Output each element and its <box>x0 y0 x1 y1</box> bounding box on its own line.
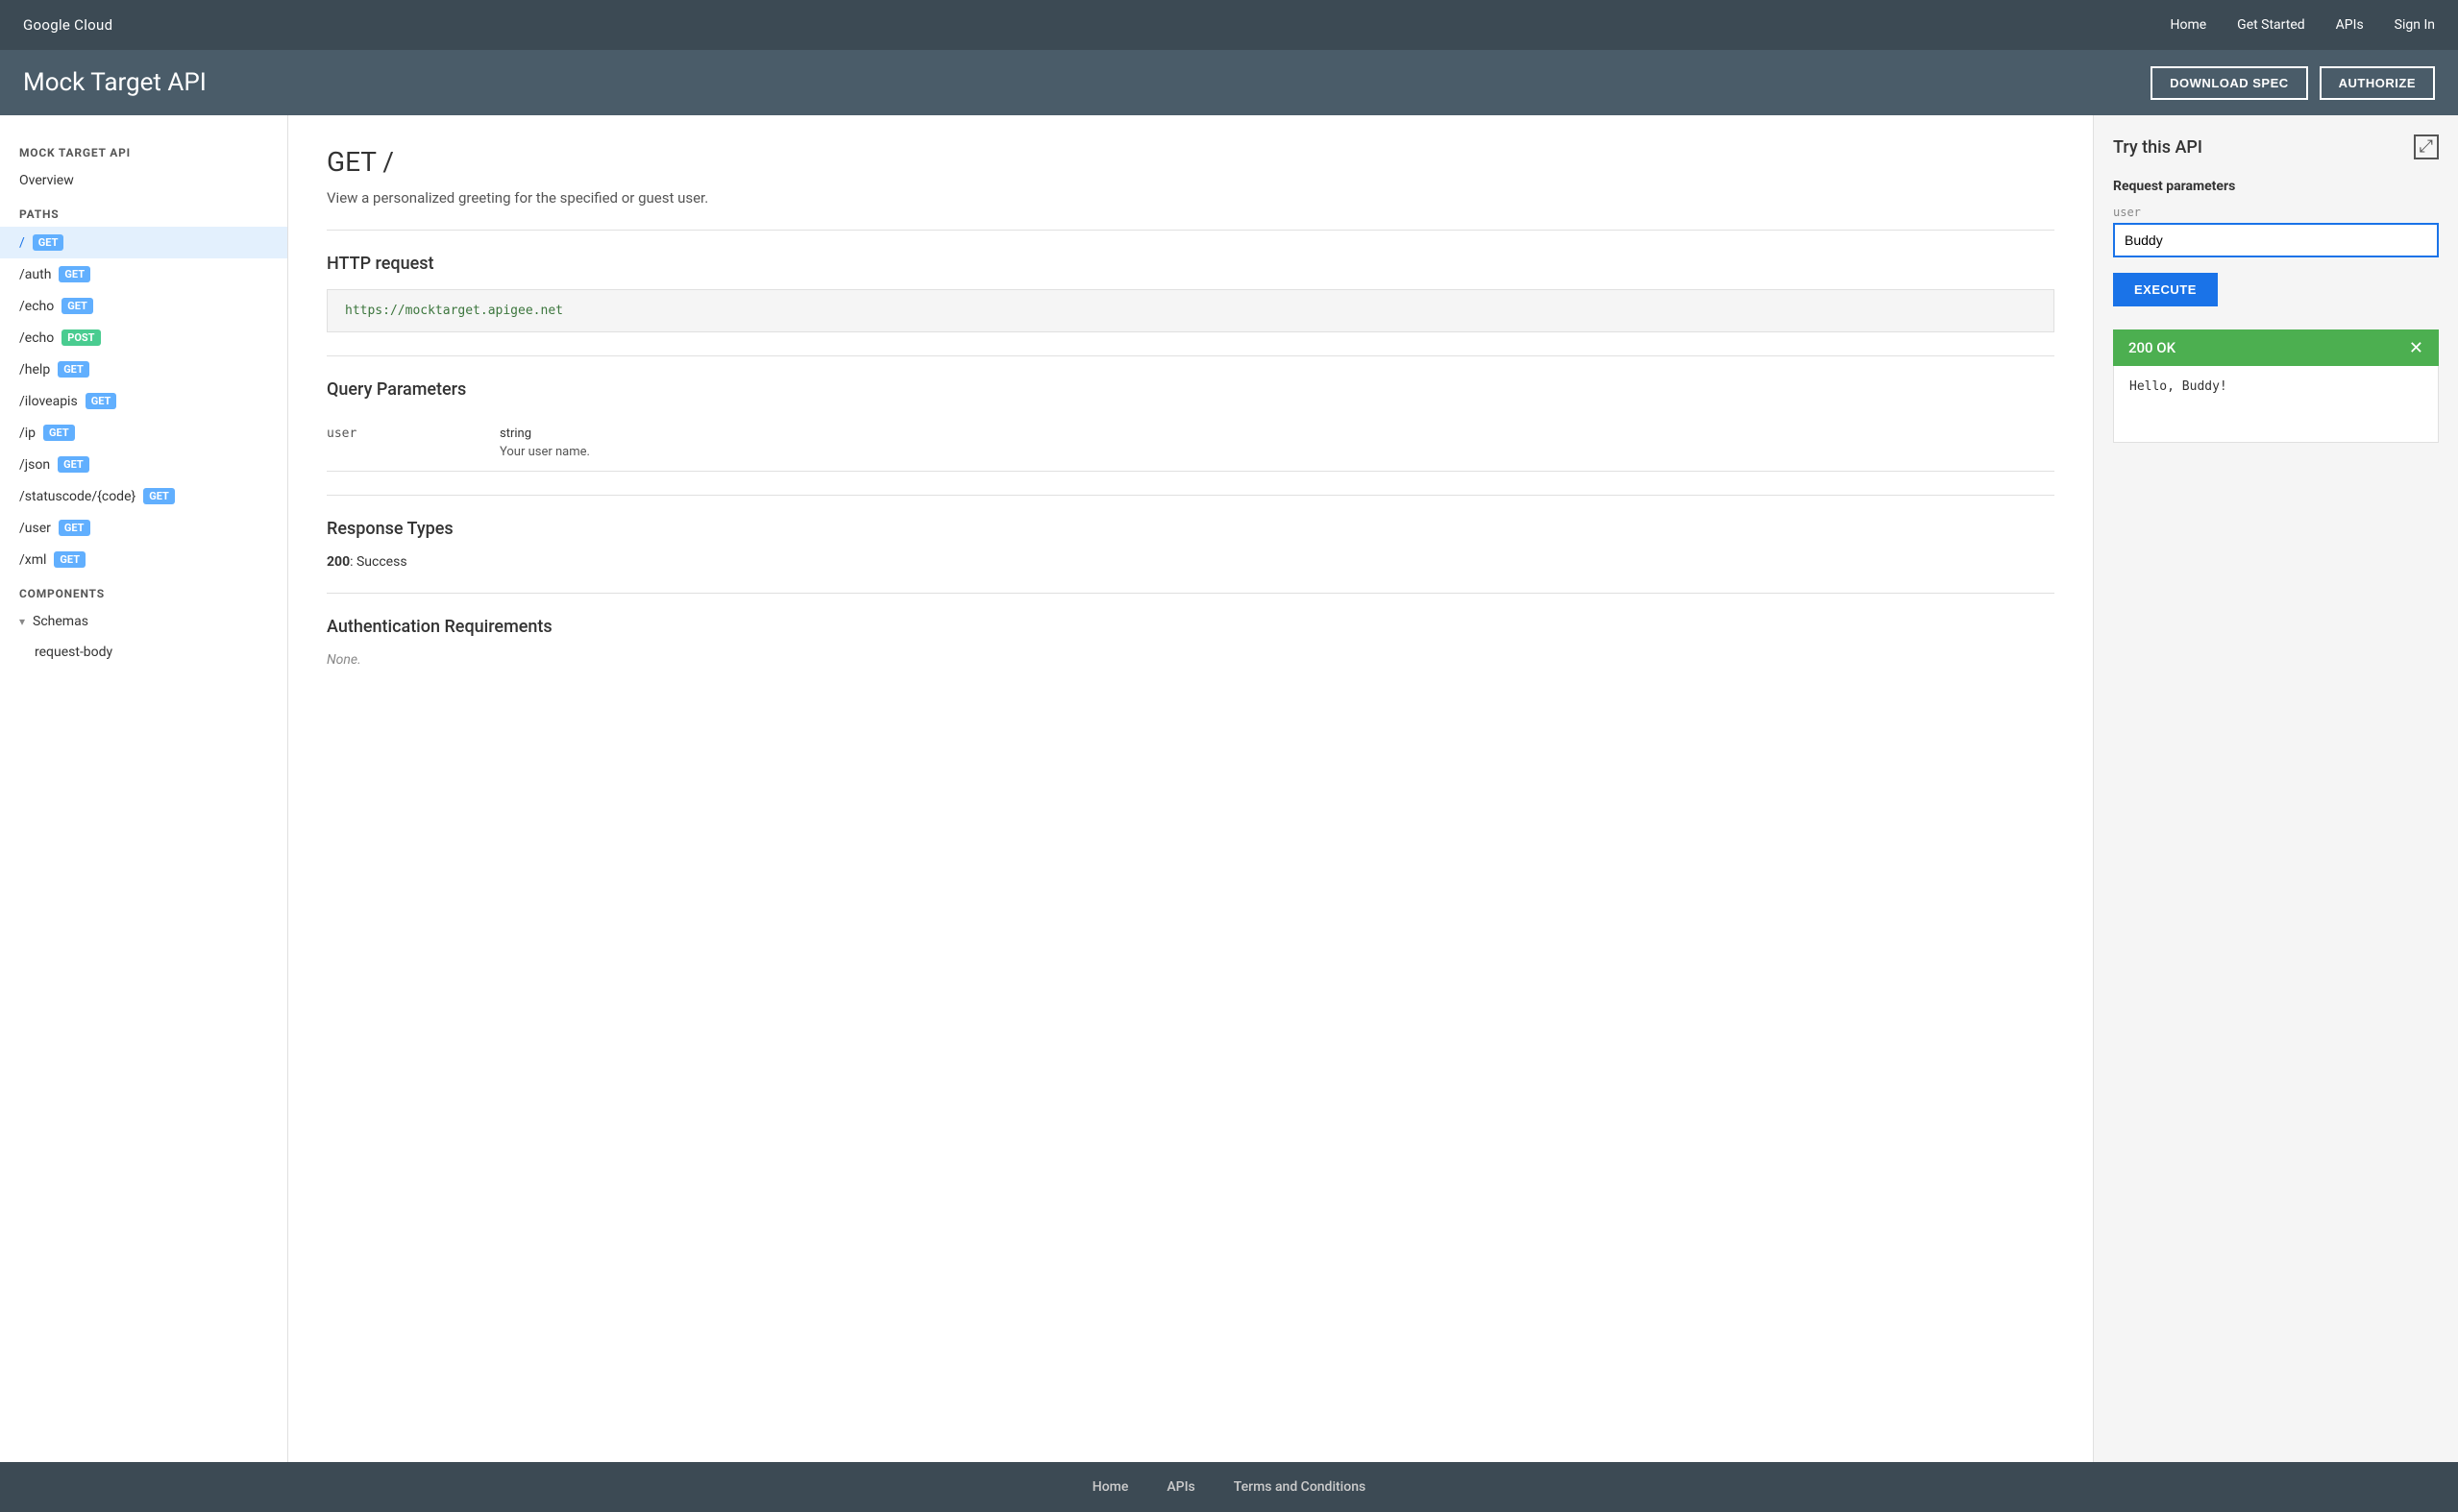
badge-get: GET <box>33 234 64 251</box>
authorize-button[interactable]: AUTHORIZE <box>2320 66 2435 100</box>
sidebar-item-label: /help <box>19 362 50 378</box>
response-header: 200 OK ✕ <box>2113 329 2439 366</box>
nav-home[interactable]: Home <box>2170 17 2206 33</box>
sidebar-item-echo-get[interactable]: /echo GET <box>0 290 287 322</box>
param-description: Your user name. <box>500 445 590 459</box>
table-row: user string Your user name. <box>327 415 2054 472</box>
sidebar-item-user-get[interactable]: /user GET <box>0 512 287 544</box>
sidebar-item-label: /xml <box>19 552 46 568</box>
logo: Google Cloud <box>23 16 112 34</box>
query-params-title: Query Parameters <box>327 379 2054 400</box>
sidebar-item-request-body[interactable]: request-body <box>0 637 287 668</box>
divider-4 <box>327 593 2054 594</box>
endpoint-title: GET / <box>327 146 2054 178</box>
footer: Home APIs Terms and Conditions <box>0 1462 2458 1512</box>
sidebar-item-label: request-body <box>35 645 112 660</box>
sidebar-section-mock-api-title: MOCK TARGET API <box>0 134 287 165</box>
nav-apis[interactable]: APIs <box>2336 17 2364 33</box>
response-code-200: 200: Success <box>327 554 2054 570</box>
try-panel: Try this API ⤢ Request parameters user E… <box>2093 115 2458 1462</box>
response-close-button[interactable]: ✕ <box>2409 339 2423 356</box>
top-nav: Google Cloud Home Get Started APIs Sign … <box>0 0 2458 50</box>
sidebar-item-root-get[interactable]: / GET <box>0 227 287 258</box>
main-layout: MOCK TARGET API Overview PATHS / GET /au… <box>0 115 2458 1462</box>
sidebar-item-label: Schemas <box>33 614 88 629</box>
footer-terms[interactable]: Terms and Conditions <box>1234 1479 1365 1495</box>
user-input[interactable] <box>2113 223 2439 257</box>
sidebar-item-json-get[interactable]: /json GET <box>0 449 287 480</box>
sidebar-section-components-title: COMPONENTS <box>0 575 287 606</box>
sidebar-item-label: /ip <box>19 426 36 441</box>
param-name: user <box>327 427 480 459</box>
nav-get-started[interactable]: Get Started <box>2237 17 2305 33</box>
title-bar: Mock Target API DOWNLOAD SPEC AUTHORIZE <box>0 50 2458 115</box>
http-request-url: https://mocktarget.apigee.net <box>327 289 2054 332</box>
response-body: Hello, Buddy! <box>2113 366 2439 443</box>
sidebar-item-label: /user <box>19 521 51 536</box>
response-box: 200 OK ✕ Hello, Buddy! <box>2113 329 2439 443</box>
title-bar-buttons: DOWNLOAD SPEC AUTHORIZE <box>2151 66 2435 100</box>
sidebar-section-paths-title: PATHS <box>0 196 287 227</box>
sidebar-item-label: /iloveapis <box>19 394 78 409</box>
badge-get: GET <box>43 425 75 441</box>
sidebar-item-ip-get[interactable]: /ip GET <box>0 417 287 449</box>
footer-apis[interactable]: APIs <box>1167 1479 1194 1495</box>
sidebar-item-schemas[interactable]: ▾ Schemas <box>0 606 287 637</box>
sidebar-item-overview[interactable]: Overview <box>0 165 287 196</box>
chevron-down-icon: ▾ <box>19 615 25 628</box>
params-table: user string Your user name. <box>327 415 2054 472</box>
try-param-label: user <box>2113 206 2439 219</box>
nav-sign-in[interactable]: Sign In <box>2395 17 2435 33</box>
badge-get: GET <box>59 266 90 282</box>
badge-get: GET <box>58 456 89 473</box>
try-panel-header: Try this API ⤢ <box>2113 134 2439 159</box>
endpoint-description: View a personalized greeting for the spe… <box>327 189 2054 207</box>
badge-get: GET <box>86 393 117 409</box>
sidebar-item-help-get[interactable]: /help GET <box>0 354 287 385</box>
param-type: string <box>500 427 590 441</box>
sidebar: MOCK TARGET API Overview PATHS / GET /au… <box>0 115 288 1462</box>
response-types-title: Response Types <box>327 519 2054 539</box>
execute-button[interactable]: EXECUTE <box>2113 273 2218 306</box>
try-panel-title: Try this API <box>2113 137 2202 158</box>
request-params-title: Request parameters <box>2113 179 2439 194</box>
content-area: GET / View a personalized greeting for t… <box>288 115 2093 1462</box>
badge-get: GET <box>54 551 86 568</box>
badge-get: GET <box>61 298 93 314</box>
response-code-label: Success <box>356 554 407 570</box>
http-request-title: HTTP request <box>327 254 2054 274</box>
response-status: 200 OK <box>2128 339 2175 356</box>
footer-home[interactable]: Home <box>1093 1479 1129 1495</box>
sidebar-item-iloveapis-get[interactable]: /iloveapis GET <box>0 385 287 417</box>
sidebar-item-statuscode-get[interactable]: /statuscode/{code} GET <box>0 480 287 512</box>
sidebar-item-label: /statuscode/{code} <box>19 489 135 504</box>
auth-requirements-value: None. <box>327 652 2054 668</box>
divider-2 <box>327 355 2054 356</box>
sidebar-item-xml-get[interactable]: /xml GET <box>0 544 287 575</box>
divider-3 <box>327 495 2054 496</box>
sidebar-item-label: /json <box>19 457 50 473</box>
sidebar-item-echo-post[interactable]: /echo POST <box>0 322 287 354</box>
download-spec-button[interactable]: DOWNLOAD SPEC <box>2151 66 2308 100</box>
divider-1 <box>327 230 2054 231</box>
expand-icon[interactable]: ⤢ <box>2414 134 2439 159</box>
sidebar-item-label: /auth <box>19 267 51 282</box>
response-code-value: 200 <box>327 554 350 570</box>
param-info: string Your user name. <box>500 427 590 459</box>
auth-requirements-title: Authentication Requirements <box>327 617 2054 637</box>
sidebar-item-label: / <box>19 235 25 251</box>
sidebar-item-label: /echo <box>19 299 54 314</box>
sidebar-item-label: Overview <box>19 173 74 188</box>
badge-get: GET <box>143 488 175 504</box>
sidebar-item-label: /echo <box>19 330 54 346</box>
response-code-separator: : <box>350 554 356 570</box>
badge-post: POST <box>61 329 100 346</box>
badge-get: GET <box>59 520 90 536</box>
top-nav-links: Home Get Started APIs Sign In <box>2170 17 2435 33</box>
badge-get: GET <box>58 361 89 378</box>
sidebar-item-auth-get[interactable]: /auth GET <box>0 258 287 290</box>
page-title: Mock Target API <box>23 68 207 97</box>
